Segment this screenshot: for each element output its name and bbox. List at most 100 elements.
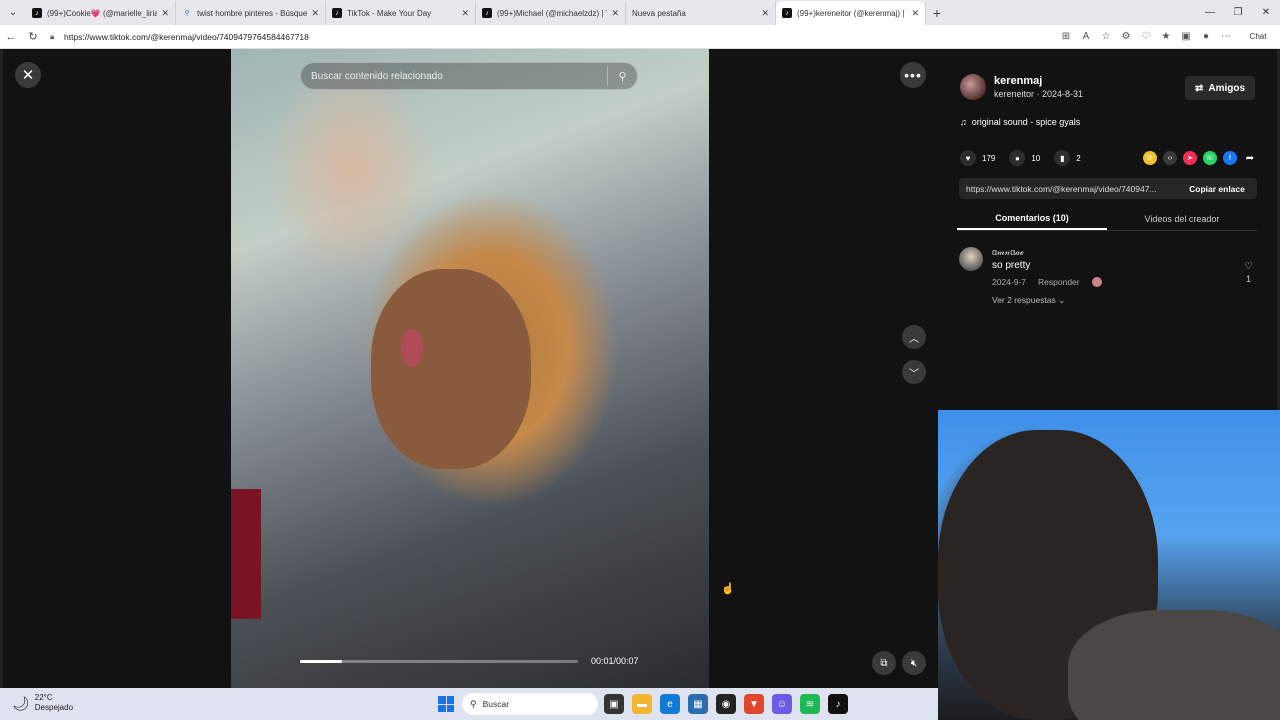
close-tab-icon[interactable]: ✕ (611, 8, 619, 19)
discord-icon[interactable]: ☺ (772, 694, 792, 714)
minimize-icon[interactable]: — (1196, 0, 1224, 25)
friends-button[interactable]: ⇄ Amigos (1185, 76, 1255, 100)
weather-widget[interactable]: 🌙︎ 22°C Despejado (12, 693, 73, 713)
edge-icon[interactable]: e (660, 694, 680, 714)
friends-label: Amigos (1208, 82, 1246, 94)
author-username[interactable]: kerenmaj (994, 75, 1083, 87)
share-arrow-icon[interactable]: ➦ (1243, 151, 1257, 165)
floating-player-icon[interactable]: ⧉ (872, 651, 896, 675)
copilot-chat-button[interactable]: Chat (1236, 27, 1280, 47)
next-video-button[interactable]: ﹀ (902, 360, 926, 384)
settings-more-icon[interactable]: ⋯ (1216, 27, 1236, 47)
browser-tab[interactable]: Nueva pestaña ✕ (626, 1, 776, 60)
search-icon: ⚲ (470, 698, 477, 709)
copy-link-button[interactable]: Copiar enlace (1177, 184, 1257, 194)
avatar[interactable] (959, 247, 983, 271)
windows-taskbar: 🌙︎ 22°C Despejado ⚲ Buscar ▣ ▬ e ▦ ◉ ▼ ☺ ≋… (0, 688, 938, 720)
close-window-icon[interactable]: ✕ (1252, 0, 1280, 25)
avatar[interactable] (960, 74, 986, 100)
obs-icon[interactable]: ◉ (716, 694, 736, 714)
share-icons: ⟳ ‹› ➤ ☏ f ➦ (1137, 151, 1257, 165)
related-search-input[interactable]: Buscar contenido relacionado ⚲ (300, 62, 638, 90)
tab-title: TikTok - Make Your Day (347, 8, 432, 18)
video-link-text[interactable]: https://www.tiktok.com/@kerenmaj/video/7… (966, 184, 1177, 194)
browser-tab[interactable]: ♪ (99+)Michael (@michaelzdz) | TikTok ✕ (476, 1, 626, 25)
close-tab-icon[interactable]: ✕ (161, 8, 169, 19)
search-icon: ⚲ (184, 10, 190, 17)
browser-essentials-icon[interactable]: ♡ (1136, 27, 1156, 47)
heart-icon: ♡ (1244, 261, 1253, 272)
brave-icon[interactable]: ▼ (744, 694, 764, 714)
collections-icon[interactable]: ▣ (1176, 27, 1196, 47)
file-explorer-icon[interactable]: ▬ (632, 694, 652, 714)
browser-toolbar: ← ↻ 🔒︎ https://www.tiktok.com/@kerenmaj/… (0, 25, 1280, 49)
tab-title: twist hombre pinteres - Búsqueda (197, 8, 308, 18)
comment-button[interactable]: ● 10 (1009, 150, 1040, 166)
facebook-icon[interactable]: f (1223, 151, 1237, 165)
browser-tab[interactable]: ♪ (99+)Cookie💗 (@marielle_liriano)✕ (26, 1, 176, 25)
video-progress-bar[interactable] (300, 660, 578, 663)
tab-comments[interactable]: Comentarios (10) (957, 207, 1107, 230)
like-button[interactable]: ♥ 179 (960, 150, 995, 166)
tiktok-icon: ♪ (32, 8, 42, 18)
site-info-icon[interactable]: 🔒︎ (50, 32, 64, 42)
tab-title: Nueva pestaña (632, 8, 686, 18)
refresh-icon[interactable]: ↻ (22, 26, 44, 48)
new-tab-button[interactable]: + (926, 1, 948, 25)
store-icon[interactable]: ▦ (688, 694, 708, 714)
author-info[interactable]: kerenmaj kereneitor · 2024-8-31 (960, 74, 1083, 100)
extensions-icon[interactable]: ⚙ (1116, 27, 1136, 47)
browser-tab[interactable]: ⚲ twist hombre pinteres - Búsqueda ✕ (176, 1, 326, 25)
task-view-icon[interactable]: ▣ (604, 694, 624, 714)
address-bar[interactable]: 🔒︎ https://www.tiktok.com/@kerenmaj/vide… (50, 27, 1050, 47)
search-icon[interactable]: ⚲ (607, 66, 637, 86)
save-button[interactable]: ▮ 2 (1054, 150, 1081, 166)
tiktok-icon: ♪ (782, 8, 792, 18)
view-replies-button[interactable]: Ver 2 respuestas ⌄ (992, 295, 1114, 306)
browser-tab-bar: ⌄ ♪(99+)Cookie💗 (@marielle_liriano)✕ ⚲ tw… (0, 0, 1280, 60)
tab-actions-menu-icon[interactable]: ⌄ (0, 0, 26, 25)
sound-link[interactable]: ♫ original sound - spice gyals (960, 117, 1080, 127)
panel-tabs: Comentarios (10) Videos del creador (957, 207, 1257, 231)
maximize-icon[interactable]: ❐ (1224, 0, 1252, 25)
comment-username[interactable]: ɑ𝓂𝓃ɑ𝒶ℯ (992, 247, 1114, 258)
app-available-icon[interactable]: ⊞ (1056, 27, 1076, 47)
comment-like-button[interactable]: ♡ 1 (1244, 261, 1253, 284)
mute-icon[interactable]: 🔇︎ (902, 651, 926, 675)
translate-icon[interactable]: A (1076, 27, 1096, 47)
close-video-button[interactable]: ✕ (15, 62, 41, 88)
save-count: 2 (1076, 153, 1081, 163)
send-to-friends-icon[interactable]: ➤ (1183, 151, 1197, 165)
progress-fill (300, 660, 342, 663)
spotify-icon[interactable]: ≋ (800, 694, 820, 714)
favorite-star-icon[interactable]: ☆ (1096, 27, 1116, 47)
video-content (401, 329, 423, 367)
webcam-content (1068, 610, 1280, 720)
repost-icon[interactable]: ⟳ (1143, 151, 1157, 165)
bookmark-icon: ▮ (1054, 150, 1071, 166)
tiktok-icon[interactable]: ♪ (828, 694, 848, 714)
tab-creator-videos[interactable]: Videos del creador (1107, 207, 1257, 230)
embed-icon[interactable]: ‹› (1163, 151, 1177, 165)
reply-button[interactable]: Responder (1038, 277, 1080, 287)
browser-tab[interactable]: ♪ TikTok - Make Your Day ✕ (326, 1, 476, 25)
more-options-icon[interactable]: ••• (900, 62, 926, 88)
close-tab-icon[interactable]: ✕ (461, 8, 469, 19)
comment-text: so pretty (992, 260, 1031, 271)
video-content (231, 489, 261, 619)
video-frame[interactable] (231, 49, 709, 688)
previous-video-button[interactable]: ︿ (902, 325, 926, 349)
close-tab-icon[interactable]: ✕ (311, 8, 319, 19)
windows-start-icon[interactable] (438, 696, 454, 712)
close-tab-icon[interactable]: ✕ (911, 8, 919, 19)
back-icon[interactable]: ← (0, 26, 22, 48)
profile-avatar-icon[interactable]: ● (1196, 27, 1216, 47)
favorites-icon[interactable]: ★ (1156, 27, 1176, 47)
whatsapp-icon[interactable]: ☏ (1203, 151, 1217, 165)
webcam-overlay (938, 410, 1280, 720)
sound-name: original sound - spice gyals (971, 117, 1081, 127)
browser-tab-active[interactable]: ♪ (99+)kereneitor (@kerenmaj) | TikTok ✕ (776, 1, 926, 25)
taskbar-search[interactable]: ⚲ Buscar (462, 693, 598, 715)
close-tab-icon[interactable]: ✕ (761, 8, 769, 19)
comment-like-count: 1 (1246, 274, 1252, 284)
